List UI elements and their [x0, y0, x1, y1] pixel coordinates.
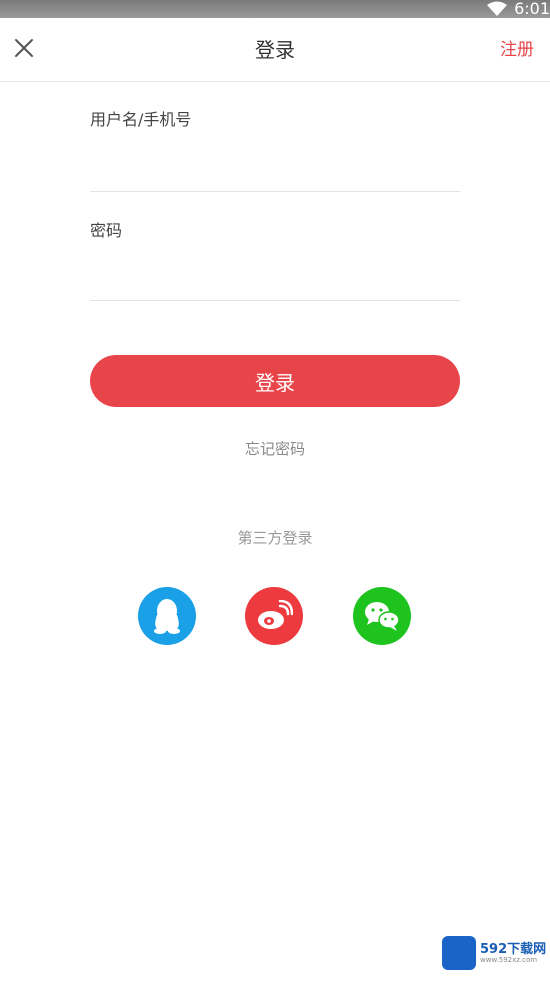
- watermark-brand: 592下载网: [480, 942, 547, 957]
- status-bar: 6:01: [0, 0, 550, 18]
- login-button[interactable]: 登录: [90, 355, 460, 407]
- password-underline: [90, 300, 460, 301]
- wechat-login-button[interactable]: [353, 587, 411, 645]
- register-link[interactable]: 注册: [500, 18, 534, 82]
- weibo-login-button[interactable]: [245, 587, 303, 645]
- username-label: 用户名/手机号: [90, 110, 192, 129]
- third-party-login-title: 第三方登录: [237, 529, 313, 547]
- qq-login-button[interactable]: [138, 587, 196, 645]
- qq-icon: [154, 599, 180, 634]
- watermark-logo-icon: [442, 936, 476, 970]
- status-clock: 6:01: [514, 0, 550, 18]
- wifi-icon: [487, 1, 507, 16]
- password-input[interactable]: [90, 252, 460, 296]
- page-title: 登录: [255, 38, 295, 62]
- username-input[interactable]: [90, 142, 460, 186]
- watermark: 592下载网 www.592xz.com: [442, 934, 548, 970]
- password-label: 密码: [90, 221, 123, 240]
- watermark-url: www.592xz.com: [480, 956, 538, 964]
- username-underline: [90, 191, 460, 192]
- forgot-password-link[interactable]: 忘记密码: [0, 438, 550, 459]
- nav-bar: 登录 注册: [0, 18, 550, 82]
- weibo-icon: [258, 600, 293, 629]
- wechat-icon: [365, 602, 400, 631]
